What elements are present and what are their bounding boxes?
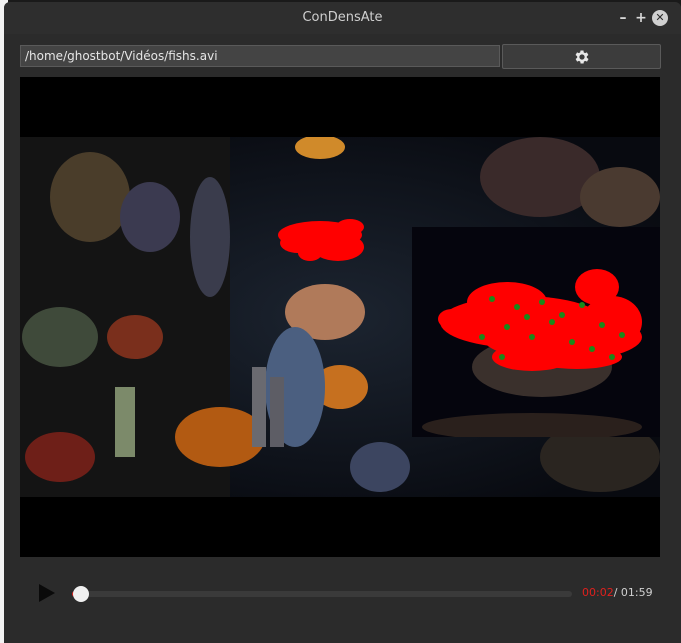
detection-zoom-panel	[412, 227, 660, 437]
time-display: 00:02/ 01:59	[582, 586, 653, 599]
close-button[interactable]: ✕	[652, 10, 668, 26]
video-display[interactable]	[20, 77, 660, 557]
gear-icon	[575, 49, 589, 64]
maximize-button[interactable]: +	[633, 10, 649, 26]
seek-bar[interactable]	[72, 586, 572, 602]
current-time: 00:02	[582, 586, 614, 599]
play-icon[interactable]	[36, 583, 56, 603]
time-separator: /	[613, 586, 621, 599]
total-time: 01:59	[620, 586, 653, 599]
seek-handle[interactable]	[72, 586, 89, 602]
app-window: ConDensAte – + ✕ /home/ghostbot/Vidéos/f…	[4, 2, 681, 643]
title-bar: ConDensAte – + ✕	[4, 2, 681, 34]
player-controls: 00:02/ 01:59	[4, 572, 681, 622]
minimize-button[interactable]: –	[615, 10, 631, 26]
settings-button[interactable]	[502, 44, 661, 69]
file-path-input[interactable]	[20, 45, 500, 67]
window-title: ConDensAte	[302, 10, 383, 25]
